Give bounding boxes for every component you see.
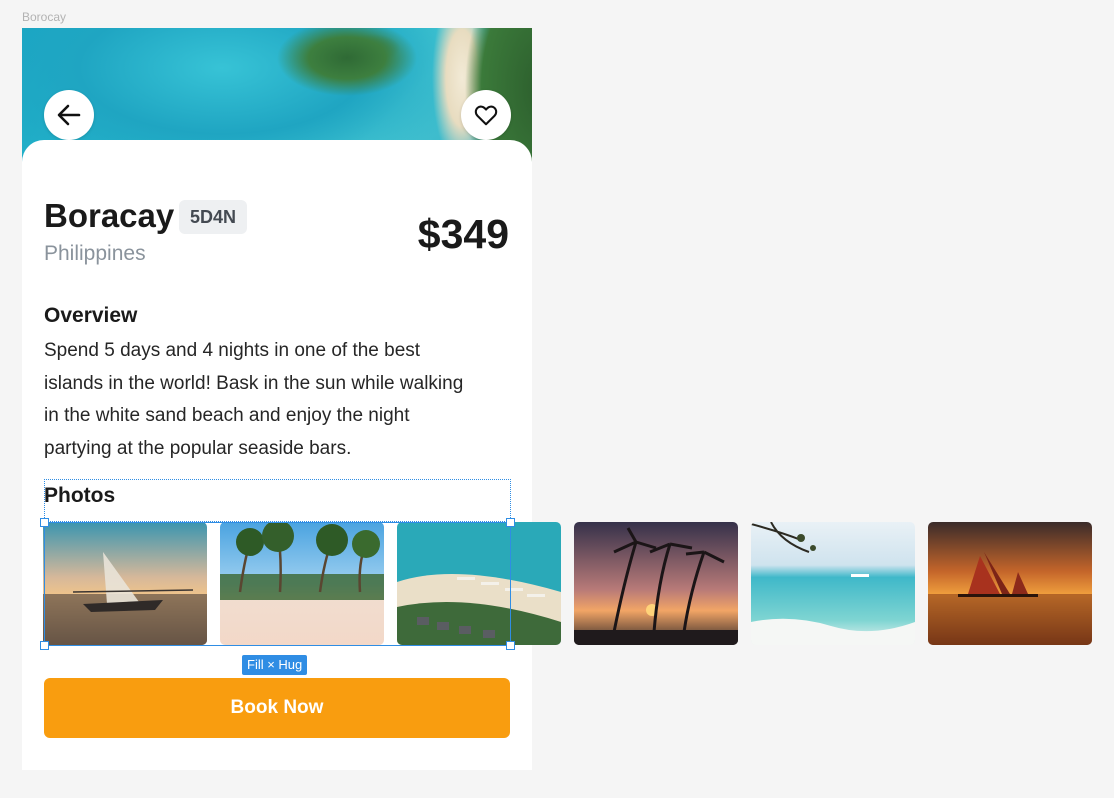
overview-line: islands in the world! Bask in the sun wh… (44, 372, 464, 394)
heart-icon (474, 105, 498, 126)
overview-line: Spend 5 days and 4 nights in one of the … (44, 340, 421, 361)
destination-country: Philippines (44, 242, 146, 265)
sunset-boat-photo[interactable] (43, 522, 207, 645)
back-button[interactable] (44, 90, 94, 140)
design-canvas: Borocay Boracay 5D4N Philippines $349 Ov… (0, 0, 1114, 798)
resize-handle[interactable] (40, 518, 49, 527)
palm-sunset-photo[interactable] (574, 522, 738, 645)
resize-handle[interactable] (506, 518, 515, 527)
aerial-resort-photo[interactable] (397, 522, 561, 645)
book-now-button[interactable]: Book Now (44, 678, 510, 738)
details-card: Boracay 5D4N Philippines $349 Overview S… (22, 140, 532, 770)
frame-label[interactable]: Borocay (22, 10, 66, 24)
resize-handle[interactable] (40, 641, 49, 650)
palm-beach-photo[interactable] (220, 522, 384, 645)
photo-strip[interactable] (43, 522, 1103, 646)
overview-line: in the white sand beach and enjoy the ni… (44, 405, 410, 426)
price-label: $349 (417, 211, 509, 257)
duration-badge: 5D4N (179, 200, 248, 234)
overview-line: partying at the popular seaside bars. (44, 437, 352, 459)
arrow-left-icon (57, 104, 81, 126)
sailboat-sunset-photo[interactable] (928, 522, 1092, 645)
favorite-button[interactable] (461, 90, 511, 140)
selection-size-tag: Fill × Hug (242, 655, 308, 675)
turquoise-shore-photo[interactable] (751, 522, 915, 645)
overview-heading: Overview (44, 304, 138, 327)
destination-title: Boracay (44, 197, 175, 234)
photos-heading: Photos (44, 484, 116, 507)
overview-text: Spend 5 days and 4 nights in one of the … (44, 335, 514, 465)
resize-handle[interactable] (506, 641, 515, 650)
